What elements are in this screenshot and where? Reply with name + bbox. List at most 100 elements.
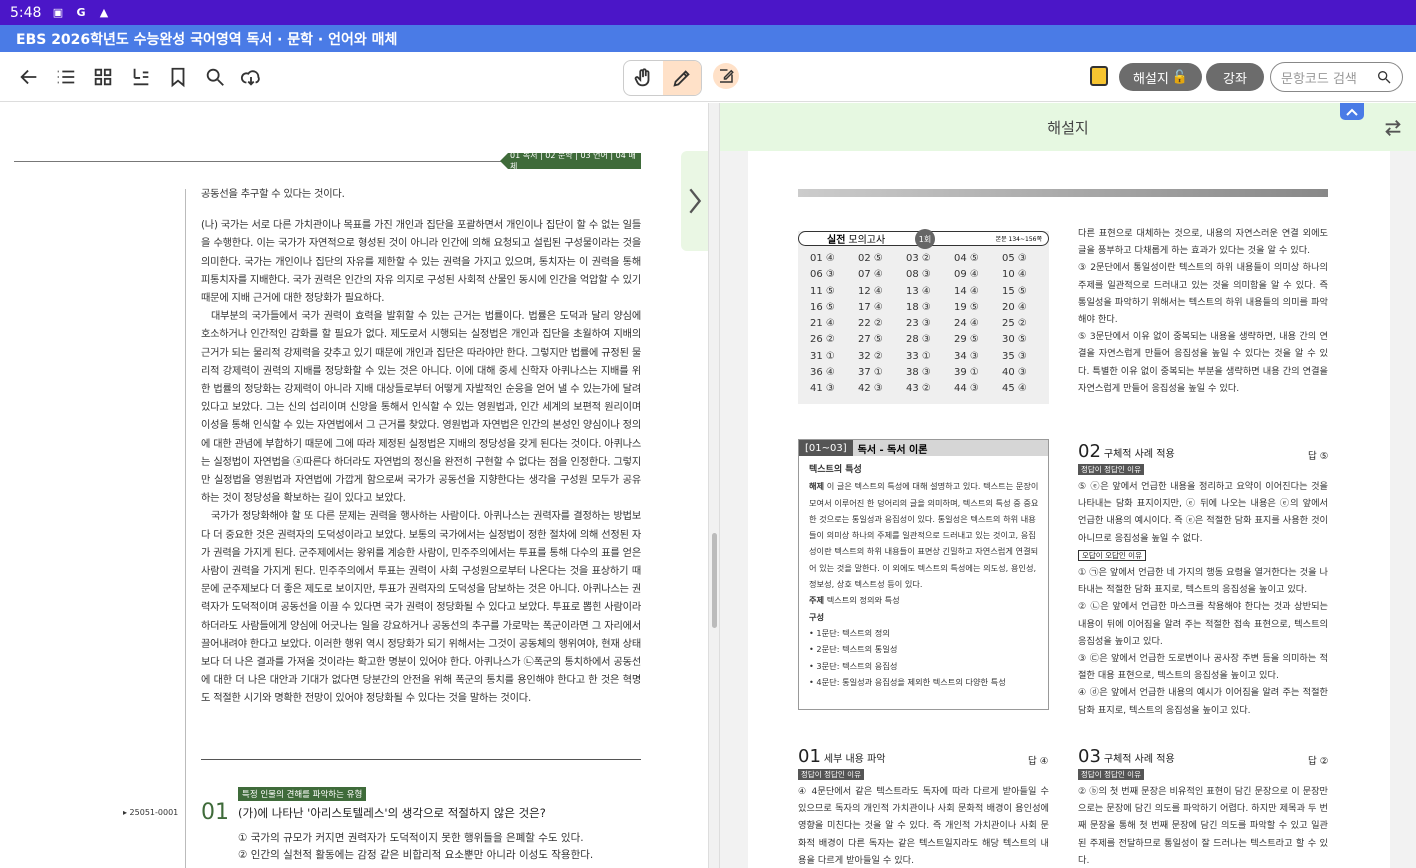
- question-text: (가)에 나타난 '아리스토텔레스'의 생각으로 적절하지 않은 것은?: [238, 806, 546, 820]
- pane-splitter[interactable]: [708, 103, 720, 868]
- concept-theme: 주제 텍스트의 정의와 특성: [809, 592, 1041, 608]
- passage-end-rule: [201, 759, 641, 760]
- hand-mode-button[interactable]: [624, 61, 663, 95]
- q03-text: ② ⓑ의 첫 번째 문장은 비유적인 표현이 담긴 문장으로 이 문장만으로는 …: [1078, 786, 1328, 866]
- answer-cell: 35 ③: [1002, 350, 1027, 362]
- app-title: EBS 2026학년도 수능완성 국어영역 독서 · 문학 · 언어와 매체: [0, 25, 1416, 52]
- toolbar: [0, 52, 1416, 102]
- chevron-up-icon: [1346, 108, 1358, 116]
- answer-cell: 21 ④: [810, 318, 835, 330]
- q02-wrong-item: ② ㉡은 앞에서 언급한 마스크를 착용해야 한다는 것과 상반되는 내용이 뒤…: [1078, 601, 1328, 647]
- answer-cell: 03 ②: [906, 253, 931, 264]
- q02-wrong-tag: 오답이 오답인 이유: [1078, 550, 1146, 561]
- round-badge: 1회: [915, 229, 935, 249]
- concept-box: [01~03] 독서 - 독서 이론 텍스트의 특성 해제 이 글은 텍스트의 …: [798, 439, 1049, 710]
- bookmark-icon[interactable]: [165, 64, 191, 90]
- collapse-button[interactable]: [1340, 103, 1364, 120]
- answer-cell: 36 ④: [810, 367, 835, 379]
- pen-icon: [673, 70, 690, 87]
- q02-number: 02: [1078, 441, 1101, 462]
- explanation-header: 해설지: [720, 103, 1416, 151]
- note-edit-button[interactable]: [713, 63, 739, 89]
- structure-label: 구성: [809, 611, 825, 622]
- concept-explain: 해제 이 글은 텍스트의 특성에 대해 설명하고 있다. 텍스트는 문장이 모여…: [809, 478, 1041, 592]
- answer-cell: 14 ④: [954, 285, 979, 297]
- back-arrow-icon[interactable]: [16, 64, 42, 90]
- q02-correct: ⑤ ⓔ은 앞에서 언급한 내용을 정리하고 요약이 이어진다는 것을 나타내는 …: [1078, 481, 1328, 544]
- passage-paragraph: 대부분의 국가들에서 국가 권력이 효력을 발휘할 수 있는 근거는 법률이다.…: [201, 311, 641, 505]
- answer-cell: 20 ④: [1002, 301, 1027, 313]
- section-tabs: 01 독서 | 02 문학 | 03 언어 | 04 매체: [500, 153, 641, 169]
- answer-cell: 07 ④: [858, 269, 883, 281]
- swap-arrows-icon: [1385, 120, 1401, 136]
- q01-title: 세부 내용 파악: [823, 754, 886, 765]
- q01-text: ④ 4문단에서 같은 텍스트라도 독자에 따라 다르게 받아들일 수 있으므로 …: [798, 786, 1049, 866]
- answer-cell: 12 ④: [858, 285, 883, 297]
- notebook-icon[interactable]: [1090, 66, 1108, 86]
- grid-icon[interactable]: [90, 64, 116, 90]
- answer-cell: 34 ③: [954, 350, 979, 362]
- question-code: ▸ 25051-0001: [123, 808, 179, 817]
- explanation-button[interactable]: 해설지 🔓: [1119, 63, 1202, 91]
- cloud-sync-icon[interactable]: [238, 64, 264, 90]
- question-type-tag: 특정 인물의 견해를 파악하는 유형: [238, 787, 367, 801]
- page-divider: [14, 161, 504, 162]
- answer-cell: 05 ③: [1002, 253, 1027, 264]
- answer-cell: 29 ⑤: [954, 334, 979, 346]
- answer-cell: 17 ④: [858, 301, 883, 313]
- answer-cell: 43 ②: [906, 383, 931, 395]
- question-option[interactable]: ① 국가의 규모가 커지면 권력자가 도덕적이지 못한 행위들을 은폐할 수도 …: [238, 830, 584, 845]
- q02-correct-tag: 정답이 정답인 이유: [1078, 464, 1144, 475]
- q02-wrong-item: ④ ⓓ은 앞에서 언급한 내용의 예시가 이어짐을 알려 주는 적절한 담화 표…: [1078, 687, 1328, 716]
- answer-cell: 02 ⑤: [858, 253, 883, 264]
- theme-text: 텍스트의 정의와 특성: [826, 595, 900, 606]
- q02-title: 구체적 사례 적용: [1103, 449, 1175, 460]
- expand-panel-button[interactable]: [681, 151, 708, 251]
- mode-toggle: [623, 60, 702, 96]
- answer-cell: 18 ③: [906, 301, 931, 313]
- contents-icon[interactable]: [128, 64, 154, 90]
- answer-cell: 24 ④: [954, 318, 979, 330]
- chevron-right-icon: [688, 188, 701, 214]
- explain-label: 해제: [809, 481, 825, 492]
- hand-icon: [634, 68, 650, 87]
- pen-mode-button[interactable]: [662, 61, 701, 95]
- explanation-label: 해설지: [1132, 71, 1169, 87]
- answer-cell: 32 ②: [858, 350, 883, 362]
- q02-wrong-item: ① ㉠은 앞에서 언급한 네 가지의 행동 요령을 열거한다는 것을 나타내는 …: [1078, 567, 1328, 596]
- edit-note-icon: [720, 69, 734, 83]
- q02-wrong-item: ③ ㉢은 앞에서 언급한 도로변이나 공사장 주변 등을 의미하는 적절한 대용…: [1078, 653, 1328, 682]
- answer-cell: 38 ③: [906, 367, 931, 379]
- list-icon[interactable]: [53, 64, 79, 90]
- margin-rule: [185, 189, 186, 868]
- splitter-handle[interactable]: [712, 533, 717, 628]
- answer-cell: 25 ②: [1002, 318, 1027, 330]
- q03-title: 구체적 사례 적용: [1103, 754, 1175, 765]
- q03-heading: 03 구체적 사례 적용: [1078, 746, 1175, 767]
- passage-paragraph: 국가가 정당화해야 할 또 다른 문제는 권력을 행사하는 사람이다. 아퀴나스…: [201, 511, 641, 705]
- code-search-input[interactable]: 문항코드 검색: [1270, 62, 1403, 92]
- lecture-button[interactable]: 강좌: [1206, 63, 1264, 91]
- reading-passage: 공동선을 추구할 수 있다는 것이다. (나) 국가는 서로 다른 가치관이나 …: [201, 186, 641, 709]
- explanation-continued: 다른 표현으로 대체하는 것으로, 내용의 자연스러운 연결 외에도 글을 풍부…: [1078, 225, 1328, 397]
- answer-cell: 28 ③: [906, 334, 931, 346]
- answer-cell: 42 ③: [858, 383, 883, 395]
- answer-cell: 30 ⑤: [1002, 334, 1027, 346]
- search-icon: [1378, 71, 1391, 84]
- passage-paragraph: (나) 국가는 서로 다른 가치관이나 목표를 가진 개인과 집단을 포괄하면서…: [201, 220, 641, 305]
- answer-cell: 13 ④: [906, 285, 931, 297]
- answer-cell: 09 ④: [954, 269, 979, 281]
- answer-cell: 27 ⑤: [858, 334, 883, 346]
- structure-item: • 4문단: 통일성과 응집성을 제외한 텍스트의 다양한 특성: [809, 676, 1006, 687]
- q01-number: 01: [798, 746, 821, 767]
- answer-cell: 23 ③: [906, 318, 931, 330]
- answer-cell: 31 ①: [810, 350, 835, 362]
- theme-label: 주제: [809, 595, 825, 606]
- search-icon[interactable]: [202, 64, 228, 90]
- textbook-page: 01 독서 | 02 문학 | 03 언어 | 04 매체 공동선을 추구할 수…: [0, 103, 708, 868]
- swap-button[interactable]: [1382, 117, 1404, 139]
- answer-cell: 06 ③: [810, 269, 835, 281]
- explanation-pane: 해설지 실전 모의고사 1회 본문 134~156쪽 01 ④ 02 ⑤ 03 ②0…: [720, 103, 1416, 868]
- question-option[interactable]: ② 인간의 실천적 활동에는 감정 같은 비합리적 요소뿐만 아니라 이성도 작…: [238, 847, 593, 862]
- answer-cell: 15 ⑤: [1002, 285, 1027, 297]
